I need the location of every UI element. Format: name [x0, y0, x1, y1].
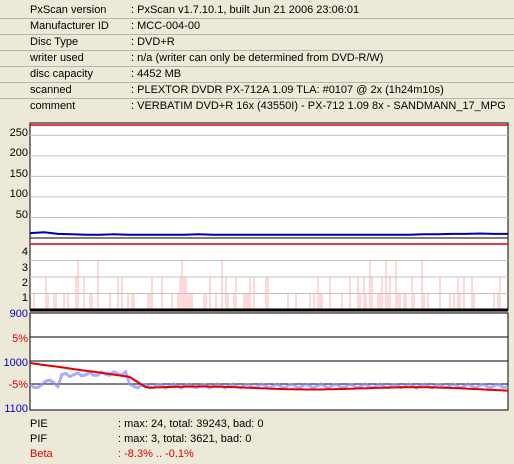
info-label: disc capacity — [30, 68, 93, 80]
beta-ytick-label: 1000 — [3, 357, 28, 369]
scan-graph — [29, 122, 509, 411]
scan-summary: PIE : max: 24, total: 39243, bad: 0 PIF … — [0, 414, 514, 464]
info-value: : VERBATIM DVD+R 16x (43550I) - PX-712 1… — [131, 100, 506, 112]
pie-plot-area — [29, 122, 509, 239]
pif-ytick-label: 2 — [21, 277, 28, 289]
info-label: comment — [30, 100, 76, 112]
scan-info-panel: PxScan version : PxScan v1.7.10.1, built… — [0, 0, 514, 114]
beta-ytick-label: 5% — [12, 333, 28, 345]
info-value: : DVD+R — [131, 36, 175, 48]
pie-ytick-label: 50 — [15, 209, 28, 221]
beta-ytick-label: -5% — [8, 379, 28, 391]
pie-ytick-label: 250 — [9, 127, 28, 139]
pif-ytick-label: 3 — [21, 262, 28, 274]
pie-ytick-label: 200 — [9, 147, 28, 159]
summary-value: : max: 3, total: 3621, bad: 0 — [118, 433, 252, 445]
info-value: : 4452 MB — [131, 68, 182, 80]
info-label: writer used — [30, 52, 84, 64]
summary-value: : -8.3% .. -0.1% — [118, 448, 194, 460]
info-label: PxScan version — [30, 4, 107, 16]
pif-plot-area — [29, 237, 509, 311]
info-label: Disc Type — [30, 36, 79, 48]
summary-label: PIE — [30, 418, 48, 430]
scan-graph-panel: 250 200 150 100 50 4 3 2 1 900 5% 1000 -… — [0, 120, 514, 415]
info-value: : n/a (writer can only be determined fro… — [131, 52, 384, 64]
pie-ytick-label: 100 — [9, 188, 28, 200]
summary-value: : max: 24, total: 39243, bad: 0 — [118, 418, 264, 430]
info-value: : PxScan v1.7.10.1, built Jun 21 2006 23… — [131, 4, 360, 16]
pie-ytick-label: 150 — [9, 168, 28, 180]
info-value: : MCC-004-00 — [131, 20, 201, 32]
info-label: scanned — [30, 84, 72, 96]
beta-ytick-label: 900 — [9, 308, 28, 320]
summary-label: PIF — [30, 433, 48, 445]
summary-label: Beta — [30, 448, 53, 460]
pif-ytick-label: 4 — [21, 246, 28, 258]
info-label: Manufacturer ID — [30, 20, 109, 32]
info-value: : PLEXTOR DVDR PX-712A 1.09 TLA: #0107 @… — [131, 84, 444, 96]
pif-ytick-label: 1 — [21, 292, 28, 304]
